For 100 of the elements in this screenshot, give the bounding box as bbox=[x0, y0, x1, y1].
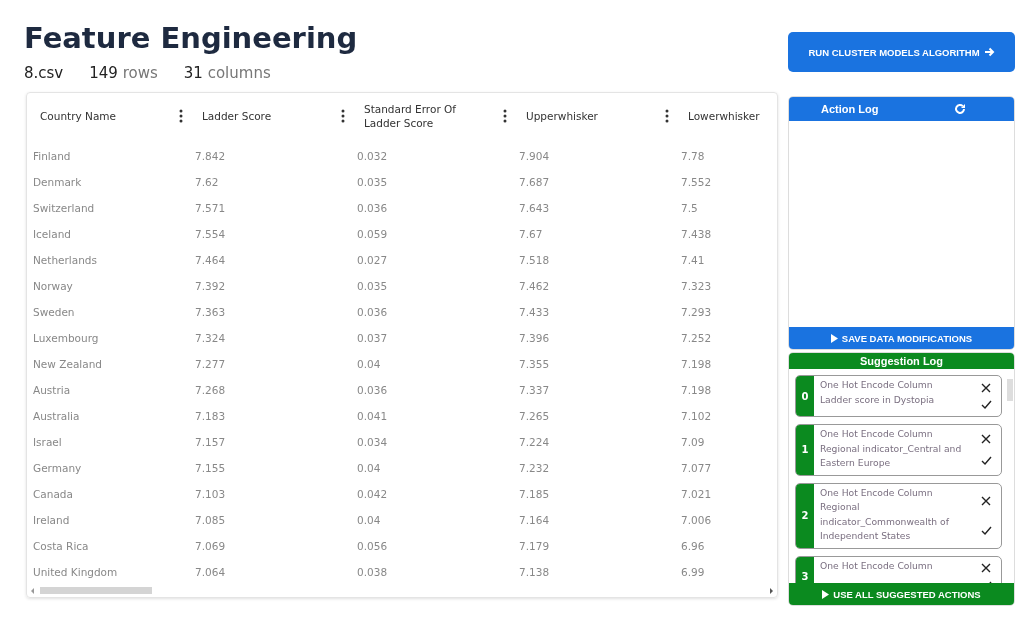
use-all-button[interactable]: USE ALL SUGGESTED ACTIONS bbox=[789, 583, 1014, 605]
table-cell: 0.038 bbox=[357, 566, 388, 579]
table-cell: 7.552 bbox=[681, 176, 712, 189]
column-header: Lowerwhisker bbox=[688, 109, 760, 124]
table-cell: 7.67 bbox=[519, 228, 543, 241]
table-cell: 0.04 bbox=[357, 514, 381, 527]
table-cell: 7.41 bbox=[681, 254, 705, 267]
table-cell: 0.036 bbox=[357, 384, 388, 397]
table-cell: 7.064 bbox=[195, 566, 226, 579]
table-cell: 7.102 bbox=[681, 410, 712, 423]
table-cell: 0.034 bbox=[357, 436, 388, 449]
table-cell: 7.396 bbox=[519, 332, 550, 345]
suggestion-number: 1 bbox=[796, 425, 814, 475]
table-cell: 0.027 bbox=[357, 254, 388, 267]
column-count: 31 columns bbox=[183, 64, 271, 82]
suggestion-number: 3 bbox=[796, 556, 814, 583]
table-cell: 7.069 bbox=[195, 540, 226, 553]
table-cell: 7.085 bbox=[195, 514, 226, 527]
table-cell: 7.462 bbox=[519, 280, 550, 293]
more-icon[interactable] bbox=[341, 109, 345, 124]
table-cell: 7.904 bbox=[519, 150, 550, 163]
suggestion-number: 2 bbox=[796, 483, 814, 548]
save-modifications-button[interactable]: SAVE DATA MODIFICATIONS bbox=[789, 327, 1014, 349]
table-cell: 7.252 bbox=[681, 332, 712, 345]
suggestion-text: One Hot Encode Column Regional indicator_Commonwealth of Independent States bbox=[820, 486, 949, 541]
column-header: Ladder Score bbox=[202, 109, 272, 124]
table-cell: 7.433 bbox=[519, 306, 550, 319]
suggestion-text: One Hot Encode Column bbox=[820, 559, 933, 571]
suggestion-number: 0 bbox=[796, 376, 814, 416]
table-cell: Iceland bbox=[33, 228, 71, 241]
panel-title: Suggestion Log bbox=[789, 353, 1014, 369]
table-cell: 7.224 bbox=[519, 436, 550, 449]
table-cell: 7.554 bbox=[195, 228, 226, 241]
table-cell: 0.035 bbox=[357, 176, 388, 189]
table-cell: 7.277 bbox=[195, 358, 226, 371]
table-cell: Australia bbox=[33, 410, 80, 423]
table-cell: 7.164 bbox=[519, 514, 550, 527]
table-cell: Luxembourg bbox=[33, 332, 99, 345]
more-icon[interactable] bbox=[503, 109, 507, 124]
table-cell: Israel bbox=[33, 436, 62, 449]
file-name: 8.csv bbox=[24, 64, 64, 82]
table-cell: Finland bbox=[33, 150, 71, 163]
table-cell: 0.042 bbox=[357, 488, 388, 501]
table-cell: 6.99 bbox=[681, 566, 705, 579]
table-cell: 7.571 bbox=[195, 202, 226, 215]
close-icon[interactable] bbox=[981, 434, 991, 445]
close-icon[interactable] bbox=[981, 496, 991, 507]
suggestion-text: One Hot Encode Column Regional indicator_Central and Eastern Europe bbox=[820, 428, 962, 468]
table-cell: Germany bbox=[33, 462, 82, 475]
table-cell: 7.077 bbox=[681, 462, 712, 475]
table-cell: Canada bbox=[33, 488, 73, 501]
table-cell: 7.103 bbox=[195, 488, 226, 501]
table-cell: Sweden bbox=[33, 306, 75, 319]
table-cell: 0.035 bbox=[357, 280, 388, 293]
table-cell: 0.032 bbox=[357, 150, 388, 163]
more-icon[interactable] bbox=[665, 109, 669, 124]
refresh-icon[interactable] bbox=[954, 103, 966, 115]
table-cell: 7.09 bbox=[681, 436, 705, 449]
more-icon[interactable] bbox=[179, 109, 183, 124]
column-header: Country Name bbox=[40, 109, 117, 124]
table-cell: 7.355 bbox=[519, 358, 550, 371]
arrow-right-icon bbox=[983, 47, 995, 57]
close-icon[interactable] bbox=[981, 382, 991, 393]
table-cell: 7.438 bbox=[681, 228, 712, 241]
panel-title: Action Log bbox=[821, 103, 879, 115]
run-algorithm-button[interactable]: RUN CLUSTER MODELS ALGORITHM bbox=[788, 32, 1015, 72]
table-cell: 7.323 bbox=[681, 280, 712, 293]
table-cell: 7.324 bbox=[195, 332, 226, 345]
table-cell: 7.198 bbox=[681, 384, 712, 397]
page-title: Feature Engineering bbox=[24, 20, 359, 57]
table-cell: 0.037 bbox=[357, 332, 388, 345]
table-cell: 0.041 bbox=[357, 410, 388, 423]
table-cell: 7.265 bbox=[519, 410, 550, 423]
table-cell: 7.643 bbox=[519, 202, 550, 215]
table-cell: 7.232 bbox=[519, 462, 550, 475]
column-header: Standard Error Of Ladder Score bbox=[364, 102, 457, 131]
table-cell: Ireland bbox=[33, 514, 70, 527]
row-count: 149 rows bbox=[89, 64, 158, 82]
table-cell: Austria bbox=[33, 384, 71, 397]
table-cell: 7.5 bbox=[681, 202, 698, 215]
play-icon bbox=[830, 333, 838, 343]
table-cell: 7.687 bbox=[519, 176, 550, 189]
play-icon bbox=[822, 589, 830, 599]
table-cell: New Zealand bbox=[33, 358, 102, 371]
table-cell: 7.183 bbox=[195, 410, 226, 423]
table-cell: Denmark bbox=[33, 176, 82, 189]
table-cell: 7.268 bbox=[195, 384, 226, 397]
table-cell: 7.363 bbox=[195, 306, 226, 319]
table-cell: 0.059 bbox=[357, 228, 388, 241]
table-cell: 7.185 bbox=[519, 488, 550, 501]
table-cell: 7.337 bbox=[519, 384, 550, 397]
table-cell: Switzerland bbox=[33, 202, 95, 215]
table-cell: 7.464 bbox=[195, 254, 226, 267]
close-icon[interactable] bbox=[981, 563, 991, 574]
table-cell: United Kingdom bbox=[33, 566, 118, 579]
table-cell: 0.04 bbox=[357, 358, 381, 371]
table-cell: 7.518 bbox=[519, 254, 550, 267]
table-cell: 7.842 bbox=[195, 150, 226, 163]
table-cell: 7.62 bbox=[195, 176, 219, 189]
suggestion-text: One Hot Encode Column Ladder score in Dystopia bbox=[820, 379, 935, 405]
